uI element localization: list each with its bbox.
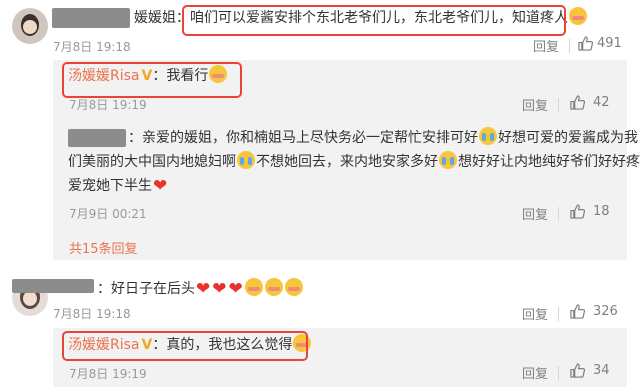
avatar[interactable] [12, 8, 48, 44]
verified-v-icon: V [141, 337, 153, 353]
crying-emoji-icon [479, 127, 497, 145]
reply-text: 汤媛媛Risa V：我看行 [68, 65, 228, 88]
censored-username [12, 279, 94, 293]
shy-emoji-icon [293, 334, 312, 352]
censored-username [68, 129, 126, 147]
like-button[interactable]: 326 [570, 304, 618, 319]
shy-emoji-icon [284, 278, 303, 296]
crying-emoji-icon [237, 151, 255, 169]
reply-button[interactable]: 回复 [533, 36, 559, 55]
more-replies-link[interactable]: 共15条回复 [69, 238, 138, 257]
like-count: 18 [593, 204, 610, 219]
like-count: 491 [597, 36, 622, 51]
thumbs-up-icon [570, 204, 585, 219]
reply-button[interactable]: 回复 [522, 304, 548, 323]
reply-time: 7月8日 19:19 [69, 367, 147, 381]
divider [569, 39, 570, 53]
thumbs-up-icon [570, 95, 585, 110]
verified-v-icon: V [141, 68, 153, 84]
like-count: 42 [593, 95, 610, 110]
crying-emoji-icon [439, 151, 457, 169]
shy-emoji-icon [209, 65, 228, 83]
reply-button[interactable]: 回复 [522, 95, 548, 114]
censored-username [52, 8, 130, 28]
comment-text: 媛媛姐：咱们可以爱酱安排个东北老爷们儿，东北老爷们儿，知道疼人 [134, 7, 588, 30]
reply-author[interactable]: 汤媛媛Risa [68, 337, 140, 353]
heart-icon: ❤ [153, 176, 168, 196]
shy-emoji-icon [264, 278, 283, 296]
reply-author[interactable]: 汤媛媛Risa [68, 68, 140, 84]
like-button[interactable]: 491 [578, 36, 622, 51]
shy-emoji-icon [244, 278, 263, 296]
divider [558, 207, 559, 221]
heart-icon: ❤ [196, 279, 211, 299]
reply-text: 爱宠她下半生❤ [68, 176, 168, 196]
heart-icon: ❤ [212, 279, 227, 299]
divider [558, 98, 559, 112]
comment-author[interactable]: 媛媛姐 [134, 10, 176, 26]
heart-icon: ❤ [228, 279, 243, 299]
thumbs-up-icon [578, 36, 593, 51]
like-button[interactable]: 42 [570, 95, 610, 110]
reply-text: 们美丽的大中国内地媳妇啊 不想她回去，来内地安家多好 想好好让内地纯好爷们好好疼 [68, 151, 640, 174]
reply-button[interactable]: 回复 [522, 204, 548, 223]
like-count: 326 [593, 304, 618, 319]
comment-time: 7月8日 19:18 [53, 40, 131, 54]
thumbs-up-icon [570, 304, 585, 319]
thumbs-up-icon [570, 363, 585, 378]
like-button[interactable]: 18 [570, 204, 610, 219]
like-count: 34 [593, 363, 610, 378]
comment-time: 7月8日 19:18 [53, 307, 131, 321]
divider [558, 307, 559, 321]
reply-time: 7月9日 00:21 [69, 207, 147, 221]
divider [558, 366, 559, 380]
reply-text: 汤媛媛Risa V：真的，我也这么觉得 [68, 334, 312, 357]
reply-text: ：亲爱的媛姐，你和楠姐马上尽快务必一定帮忙安排可好 好想可爱的爱酱成为我 [128, 127, 638, 150]
shy-emoji-icon [569, 7, 587, 25]
reply-button[interactable]: 回复 [522, 363, 548, 382]
like-button[interactable]: 34 [570, 363, 610, 378]
comment-text: ：好日子在后头❤ ❤ ❤ [97, 278, 304, 301]
reply-time: 7月8日 19:19 [69, 98, 147, 112]
